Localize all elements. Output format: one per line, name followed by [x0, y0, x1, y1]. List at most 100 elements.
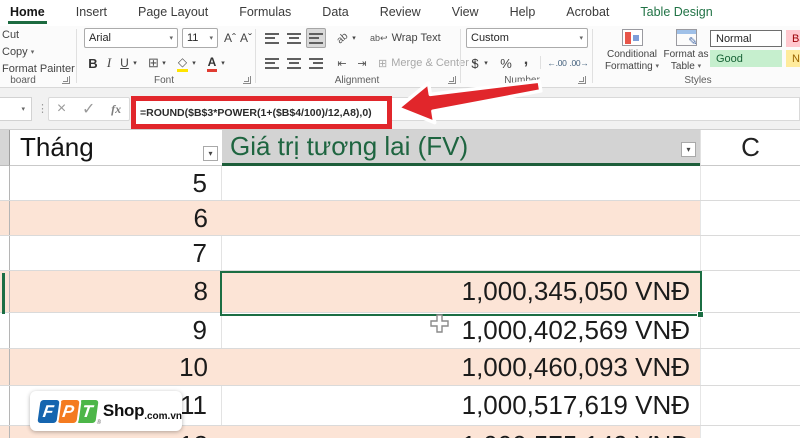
button-divider — [540, 56, 541, 69]
format-painter-button[interactable]: Format Painter — [2, 63, 75, 75]
tab-home[interactable]: Home — [8, 1, 47, 25]
cut-button[interactable]: Cut — [2, 29, 19, 41]
tab-formulas[interactable]: Formulas — [237, 1, 293, 25]
increase-decimal-button[interactable]: ←.00 — [546, 53, 568, 73]
fill-handle[interactable] — [697, 311, 704, 318]
comma-style-button[interactable]: , — [520, 50, 532, 70]
tab-insert[interactable]: Insert — [74, 1, 109, 25]
cell-c[interactable] — [700, 426, 800, 438]
tab-acrobat[interactable]: Acrobat — [564, 1, 611, 25]
number-format-combobox[interactable]: Custom ▾ — [466, 28, 588, 48]
fill-color-button[interactable]: ◇ — [175, 52, 190, 72]
cell-c[interactable] — [700, 349, 800, 385]
cell-c[interactable] — [700, 166, 800, 200]
cell-c[interactable] — [700, 313, 800, 348]
italic-button[interactable]: I — [103, 53, 115, 73]
clipboard-dialog-launcher-icon[interactable] — [62, 76, 70, 84]
format-as-table-button[interactable]: ✎ Format as Table ▾ — [662, 29, 710, 72]
align-middle-button[interactable] — [284, 28, 304, 48]
formula-text: =ROUND($B$3*POWER(1+($B$4/100)/12,A8),0) — [140, 106, 372, 119]
fill-color-icon: ◇ — [176, 55, 189, 72]
cell-fv[interactable] — [222, 166, 700, 200]
accounting-format-button[interactable]: $ — [468, 53, 482, 73]
conditional-formatting-button[interactable]: Conditional Formatting ▾ — [604, 29, 660, 72]
chevron-down-icon: ▾ — [169, 35, 173, 42]
decrease-decimal-button[interactable]: .00→ — [568, 53, 590, 73]
cell-c[interactable] — [700, 201, 800, 235]
style-bad[interactable]: Bad — [786, 30, 800, 47]
cell-fv[interactable]: 1,000,517,619 VNĐ — [222, 386, 700, 425]
tab-view[interactable]: View — [450, 1, 481, 25]
table-row[interactable]: 9 1,000,402,569 VNĐ — [0, 313, 800, 349]
cell-month[interactable]: 5 — [10, 166, 222, 200]
enter-icon[interactable]: ✓ — [82, 99, 95, 119]
insert-function-icon[interactable]: fx — [111, 102, 121, 117]
number-dialog-launcher-icon[interactable] — [578, 76, 586, 84]
font-color-button[interactable]: A — [205, 52, 219, 72]
chevron-down-icon[interactable]: ▾ — [482, 53, 490, 73]
align-left-button[interactable] — [262, 53, 282, 73]
cell-cursor-icon — [430, 314, 449, 333]
cell-month[interactable]: 10 — [10, 349, 222, 385]
tab-help[interactable]: Help — [508, 1, 538, 25]
tab-page-layout[interactable]: Page Layout — [136, 1, 210, 25]
chevron-down-icon[interactable]: ▾ — [160, 53, 168, 73]
pencil-icon: ✎ — [688, 36, 698, 48]
name-box[interactable]: ▾ — [0, 97, 32, 121]
cell-fv[interactable] — [222, 201, 700, 235]
tab-data[interactable]: Data — [320, 1, 350, 25]
cell-month[interactable]: 6 — [10, 201, 222, 235]
copy-button[interactable]: Copy ▾ — [2, 46, 34, 58]
percent-style-button[interactable]: % — [498, 53, 514, 73]
chevron-down-icon[interactable]: ▾ — [131, 53, 139, 73]
align-right-button[interactable] — [306, 53, 326, 73]
style-normal[interactable]: Normal — [710, 30, 782, 47]
grow-font-button[interactable]: Aˆ — [222, 28, 238, 48]
cancel-icon[interactable]: × — [57, 100, 66, 118]
cell-fv[interactable]: 1,000,575,149 VNĐ — [222, 426, 700, 438]
bold-button[interactable]: B — [86, 53, 100, 73]
filter-dropdown-icon[interactable]: ▾ — [681, 142, 696, 157]
chevron-down-icon: ▾ — [30, 49, 35, 56]
table-row[interactable]: 10 1,000,460,093 VNĐ — [0, 349, 800, 386]
chevron-down-icon[interactable]: ▾ — [350, 28, 358, 48]
align-top-button[interactable] — [262, 28, 282, 48]
cell-fv[interactable] — [222, 236, 700, 270]
cell-month[interactable]: 8 — [10, 271, 222, 312]
tab-table-design[interactable]: Table Design — [638, 1, 714, 25]
table-row[interactable]: 5 — [0, 166, 800, 201]
increase-indent-icon[interactable]: ⇥ — [354, 53, 370, 73]
cell-month[interactable]: 9 — [10, 313, 222, 348]
cell-fv[interactable]: 1,000,402,569 VNĐ — [222, 313, 700, 348]
font-dialog-launcher-icon[interactable] — [243, 76, 251, 84]
header-thang[interactable]: Tháng ▾ — [10, 130, 222, 166]
align-left-icon — [265, 57, 279, 69]
align-center-button[interactable] — [284, 53, 304, 73]
chevron-down-icon[interactable]: ▾ — [190, 53, 198, 73]
decrease-indent-icon[interactable]: ⇤ — [334, 53, 350, 73]
tab-review[interactable]: Review — [378, 1, 423, 25]
style-good[interactable]: Good — [710, 50, 782, 67]
merge-icon: ⊞ — [378, 57, 388, 70]
column-c-header[interactable]: C — [700, 130, 800, 166]
filter-dropdown-icon[interactable]: ▾ — [203, 146, 218, 161]
align-bottom-button[interactable] — [306, 28, 326, 48]
clipboard-group-label: board — [10, 75, 36, 86]
shrink-font-button[interactable]: Aˇ — [238, 28, 254, 48]
header-fv[interactable]: Giá trị tương lai (FV) ▾ — [222, 130, 700, 166]
cell-fv[interactable]: 1,000,460,093 VNĐ — [222, 349, 700, 385]
cell-c[interactable] — [700, 386, 800, 425]
font-size-combobox[interactable]: 11 ▾ — [182, 28, 218, 48]
table-row[interactable]: 6 — [0, 201, 800, 236]
cell-month[interactable]: 7 — [10, 236, 222, 270]
underline-button[interactable]: U — [118, 53, 131, 73]
chevron-down-icon[interactable]: ▾ — [219, 53, 227, 73]
wrap-text-button[interactable]: ab↩ Wrap Text — [370, 28, 460, 48]
formula-bar-grip-icon[interactable]: ⋮ — [37, 102, 48, 115]
cell-c[interactable] — [700, 271, 800, 312]
font-family-combobox[interactable]: Arial ▾ — [84, 28, 178, 48]
borders-icon[interactable]: ⊞ — [146, 53, 161, 73]
style-neutral[interactable]: Neutral — [786, 50, 800, 67]
cell-c[interactable] — [700, 236, 800, 270]
table-row[interactable]: 7 — [0, 236, 800, 271]
